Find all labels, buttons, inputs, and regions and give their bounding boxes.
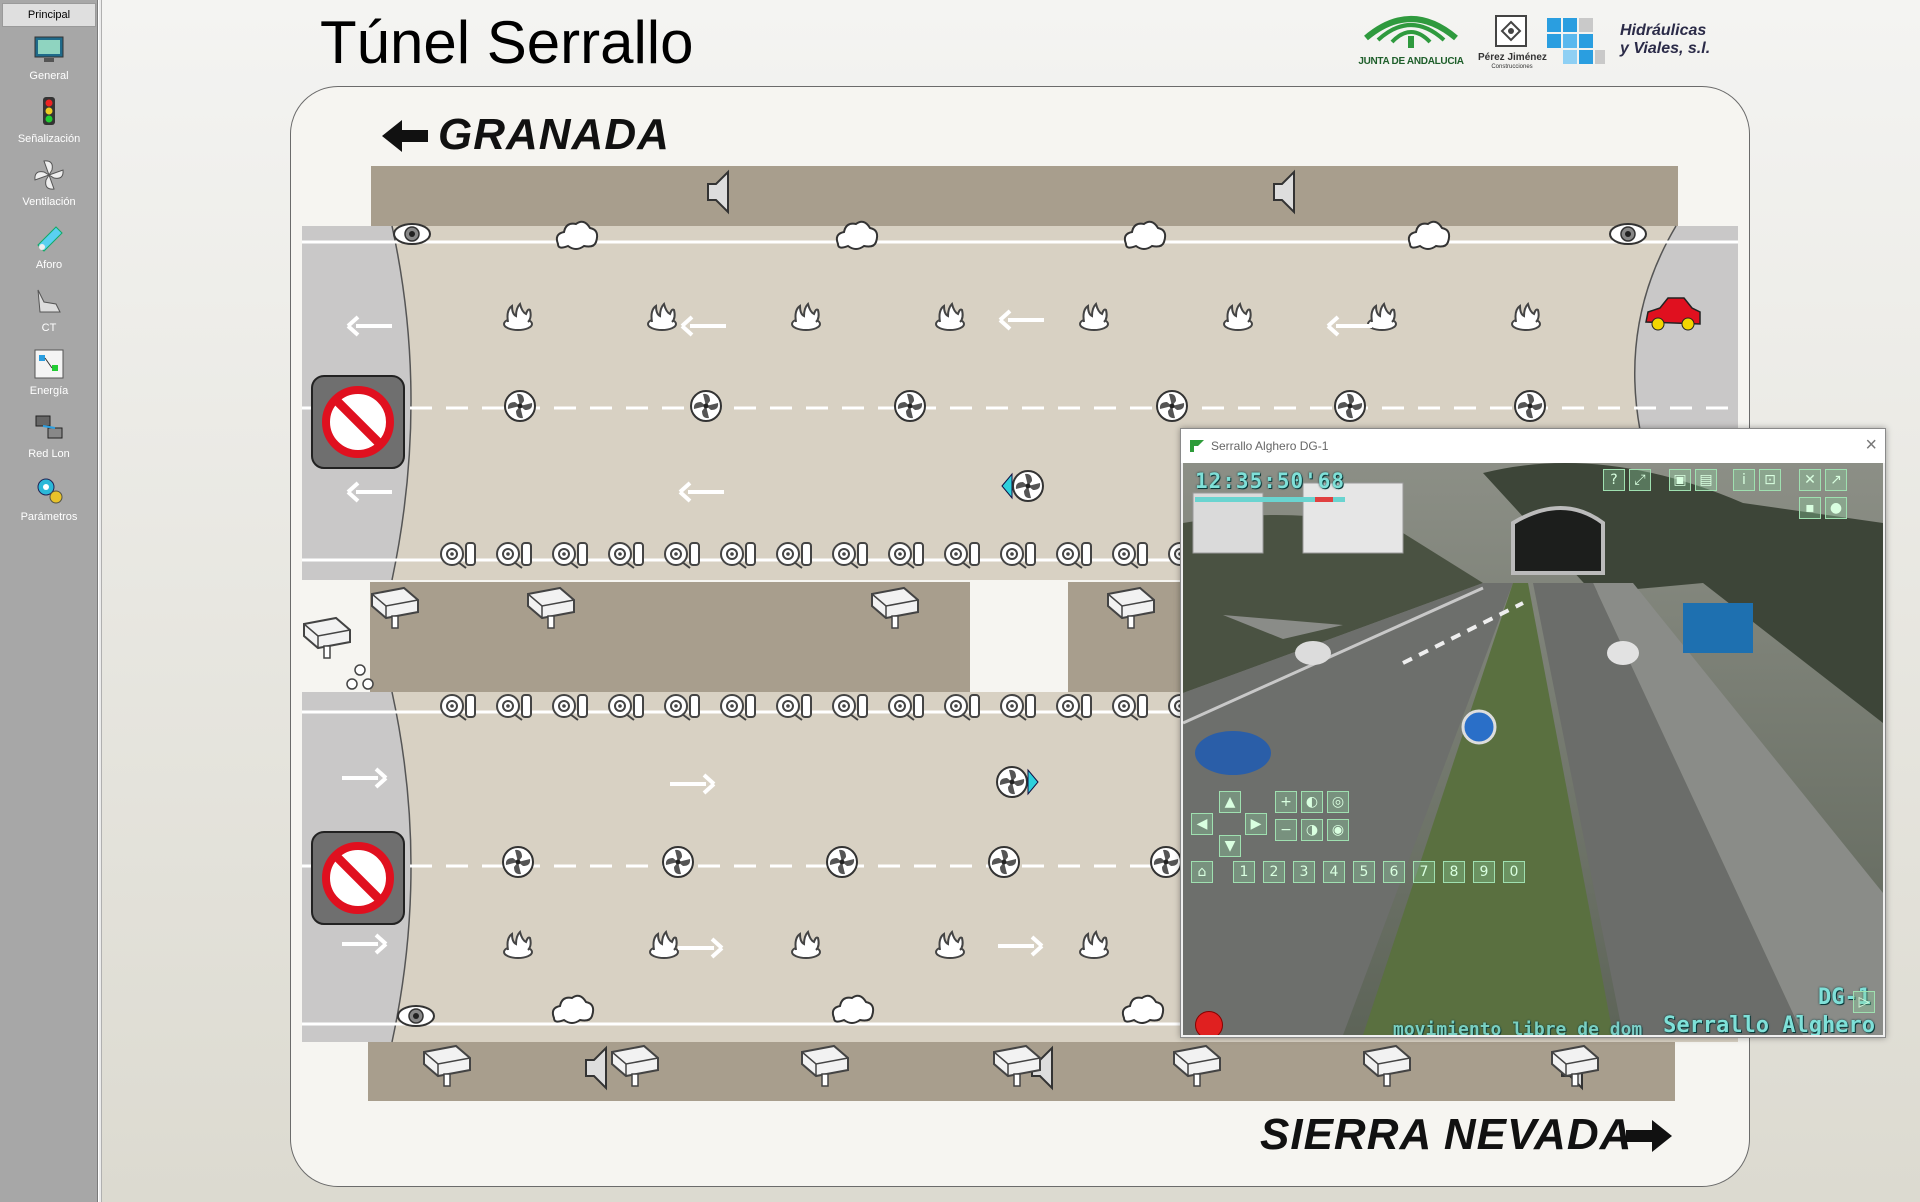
lane-closed-north-icon[interactable]: [312, 376, 404, 468]
video-settings-icon[interactable]: ⊡: [1759, 469, 1781, 491]
emergency-post-icon[interactable]: [1056, 694, 1092, 721]
app-window: Principal General Señalización Ventilación…: [0, 0, 1920, 1202]
focus-far-icon[interactable]: ◑: [1301, 819, 1323, 841]
camera-video-feed[interactable]: 12:35:50'68 DG-1 Serrallo Alghero movimi…: [1183, 463, 1883, 1035]
camera-window-title: Serrallo Alghero DG-1: [1211, 439, 1329, 453]
emergency-post-icon[interactable]: [776, 542, 812, 569]
direction-sierra-nevada: SIERRA NEVADA: [1260, 1110, 1633, 1159]
preset-button-3[interactable]: 3: [1293, 861, 1315, 883]
jet-fan-icon[interactable]: [502, 846, 534, 878]
ptz-right-icon[interactable]: ▶: [1245, 813, 1267, 835]
preset-button-7[interactable]: 7: [1413, 861, 1435, 883]
jet-fan-icon[interactable]: [988, 846, 1020, 878]
emergency-post-icon[interactable]: [496, 542, 532, 569]
preset-button-1[interactable]: 1: [1233, 861, 1255, 883]
emergency-post-icon[interactable]: [720, 694, 756, 721]
close-icon[interactable]: ×: [1865, 434, 1877, 457]
jet-fan-icon[interactable]: [1334, 390, 1366, 422]
home-preset-icon[interactable]: ⌂: [1191, 861, 1213, 883]
iris-close-icon[interactable]: ◉: [1327, 819, 1349, 841]
emergency-post-icon[interactable]: [1112, 694, 1148, 721]
emergency-post-icon[interactable]: [552, 694, 588, 721]
ptz-down-icon[interactable]: ▼: [1219, 835, 1241, 857]
save-icon[interactable]: ▪: [1799, 497, 1821, 519]
lane-closed-south-icon[interactable]: [312, 832, 404, 924]
emergency-post-icon[interactable]: [776, 694, 812, 721]
emergency-post-icon[interactable]: [1000, 694, 1036, 721]
emergency-post-icon[interactable]: [608, 694, 644, 721]
focus-near-icon[interactable]: ◐: [1301, 791, 1323, 813]
ptz-left-icon[interactable]: ◀: [1191, 813, 1213, 835]
camera-window-titlebar[interactable]: Serrallo Alghero DG-1 ×: [1181, 429, 1885, 463]
arrow-granada-icon: [382, 120, 428, 152]
jet-fan-icon[interactable]: [690, 390, 722, 422]
emergency-post-icon[interactable]: [888, 542, 924, 569]
emergency-post-icon[interactable]: [496, 694, 532, 721]
jet-fan-icon[interactable]: [1150, 846, 1182, 878]
preset-button-9[interactable]: 9: [1473, 861, 1495, 883]
snapshot-icon[interactable]: ▣: [1669, 469, 1691, 491]
preset-button-5[interactable]: 5: [1353, 861, 1375, 883]
emergency-post-icon[interactable]: [720, 542, 756, 569]
emergency-post-icon[interactable]: [608, 542, 644, 569]
record-list-icon[interactable]: ▤: [1695, 469, 1717, 491]
preset-button-8[interactable]: 8: [1443, 861, 1465, 883]
cctv-camera-icon[interactable]: [303, 617, 351, 659]
ptz-up-icon[interactable]: ▲: [1219, 791, 1241, 813]
emergency-post-icon[interactable]: [664, 694, 700, 721]
info-icon[interactable]: i: [1733, 469, 1755, 491]
play-icon[interactable]: ▷: [1853, 991, 1875, 1013]
visibility-sensor-icon[interactable]: [393, 223, 431, 245]
emergency-post-icon[interactable]: [832, 694, 868, 721]
status-icon[interactable]: ●: [1825, 497, 1847, 519]
emergency-post-icon[interactable]: [440, 694, 476, 721]
emergency-post-icon[interactable]: [832, 542, 868, 569]
camera-app-icon: [1190, 440, 1204, 452]
camera-name-overlay: Serrallo Alghero: [1663, 1013, 1875, 1035]
emergency-post-icon[interactable]: [1000, 542, 1036, 569]
iris-open-icon[interactable]: ◎: [1327, 791, 1349, 813]
camera-scene: [1183, 463, 1883, 1035]
close-stream-icon[interactable]: ✕: [1799, 469, 1821, 491]
jet-fan-icon[interactable]: [1514, 390, 1546, 422]
visibility-sensor-icon[interactable]: [397, 1005, 435, 1027]
zoom-out-icon[interactable]: −: [1275, 819, 1297, 841]
walkway-north: [371, 166, 1678, 226]
emergency-post-icon[interactable]: [1056, 542, 1092, 569]
camera-window[interactable]: Serrallo Alghero DG-1 × 12:35:50'68 DG-1…: [1180, 428, 1886, 1038]
emergency-post-icon[interactable]: [440, 542, 476, 569]
preset-button-0[interactable]: 0: [1503, 861, 1525, 883]
camera-timestamp: 12:35:50'68: [1195, 469, 1346, 493]
jet-fan-icon[interactable]: [504, 390, 536, 422]
camera-scroll-text: movimiento libre de dom: [1393, 1019, 1643, 1035]
cross-passage-fan-icon[interactable]: [346, 664, 374, 690]
fullscreen-icon[interactable]: ⤢: [1629, 469, 1651, 491]
arrow-sierra-nevada-icon: [1626, 1120, 1672, 1152]
emergency-post-icon[interactable]: [1112, 542, 1148, 569]
emergency-post-icon[interactable]: [552, 542, 588, 569]
emergency-post-icon[interactable]: [944, 542, 980, 569]
export-icon[interactable]: ↗: [1825, 469, 1847, 491]
zoom-in-icon[interactable]: +: [1275, 791, 1297, 813]
timestamp-progress-bar: [1195, 497, 1345, 502]
jet-fan-icon[interactable]: [1156, 390, 1188, 422]
preset-button-2[interactable]: 2: [1263, 861, 1285, 883]
emergency-post-icon[interactable]: [944, 694, 980, 721]
direction-granada: GRANADA: [438, 110, 670, 159]
jet-fan-icon[interactable]: [826, 846, 858, 878]
jet-fan-icon[interactable]: [894, 390, 926, 422]
preset-button-6[interactable]: 6: [1383, 861, 1405, 883]
help-icon[interactable]: ?: [1603, 469, 1625, 491]
record-button[interactable]: [1195, 1011, 1223, 1035]
emergency-post-icon[interactable]: [664, 542, 700, 569]
preset-button-4[interactable]: 4: [1323, 861, 1345, 883]
jet-fan-icon[interactable]: [662, 846, 694, 878]
emergency-post-icon[interactable]: [888, 694, 924, 721]
visibility-sensor-icon[interactable]: [1609, 223, 1647, 245]
